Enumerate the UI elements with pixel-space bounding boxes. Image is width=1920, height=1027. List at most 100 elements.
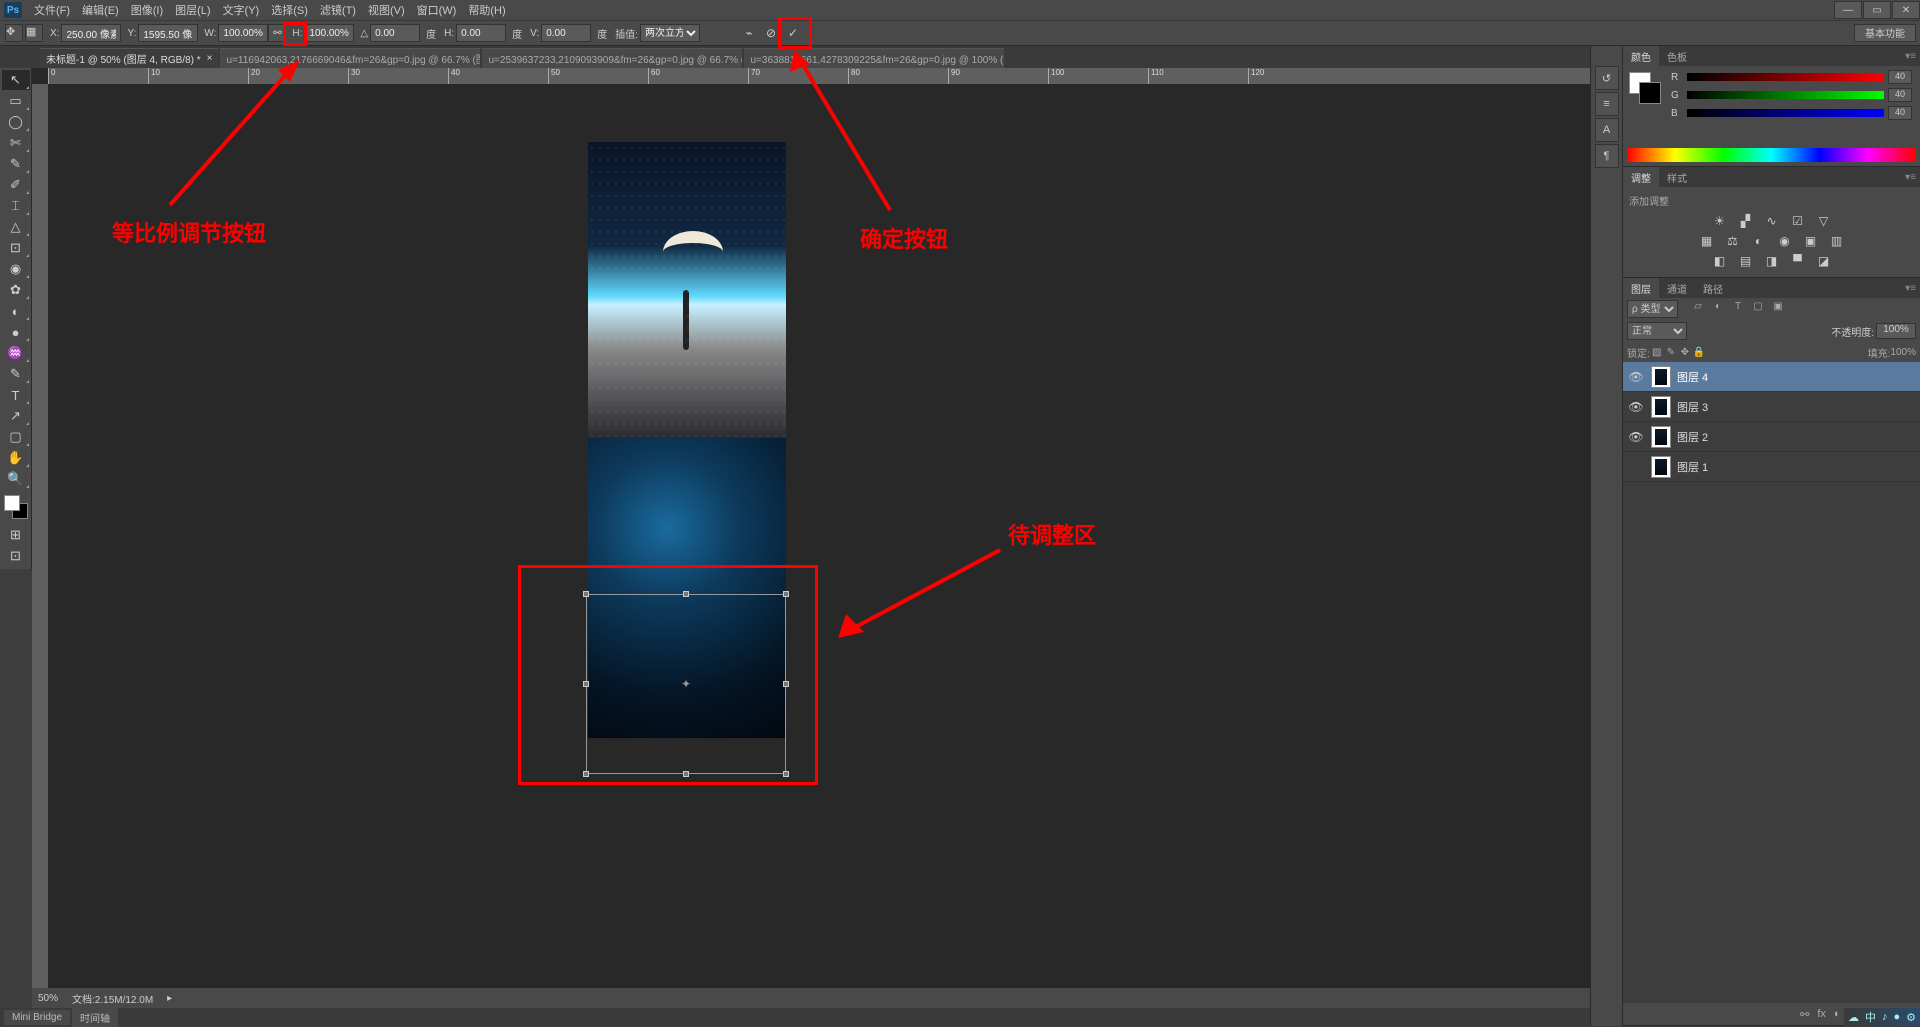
- tool-button[interactable]: ●: [2, 322, 30, 342]
- tool-button[interactable]: ◐: [2, 301, 30, 321]
- menu-item[interactable]: 视图(V): [362, 3, 411, 19]
- tool-button[interactable]: ✎: [2, 364, 30, 384]
- lock-position-icon[interactable]: ✥: [1678, 347, 1692, 358]
- panel-menu-icon[interactable]: ▾≡: [1905, 172, 1916, 183]
- color-swatch[interactable]: [4, 495, 28, 519]
- gradient-map-icon[interactable]: ▀: [1788, 254, 1808, 270]
- layer-thumbnail[interactable]: [1651, 396, 1671, 418]
- brightness-icon[interactable]: ☀: [1710, 214, 1730, 230]
- background-color[interactable]: [1639, 82, 1661, 104]
- menu-item[interactable]: 帮助(H): [462, 3, 511, 19]
- close-tab-icon[interactable]: ×: [207, 53, 213, 64]
- zoom-level[interactable]: 50%: [38, 993, 58, 1004]
- tool-button[interactable]: ✿: [2, 280, 30, 300]
- photo-filter-icon[interactable]: ◉: [1775, 234, 1795, 250]
- tray-icon[interactable]: ☁: [1848, 1011, 1859, 1024]
- transform-handle[interactable]: [783, 771, 789, 777]
- layer-row[interactable]: 👁图层 2: [1623, 422, 1920, 452]
- tool-button[interactable]: ✎: [2, 154, 30, 174]
- layer-filter-select[interactable]: ρ 类型: [1627, 300, 1678, 318]
- spectrum-bar[interactable]: [1627, 148, 1916, 162]
- document-tab[interactable]: u=2539637233,2109093909&fm=26&gp=0.jpg @…: [482, 48, 742, 68]
- link-layers-icon[interactable]: ⚯: [1800, 1008, 1809, 1021]
- filter-type-icon[interactable]: T: [1730, 301, 1746, 317]
- menu-item[interactable]: 图像(I): [125, 3, 169, 19]
- filter-pixel-icon[interactable]: ▱: [1690, 301, 1706, 317]
- vibrance-icon[interactable]: ▽: [1814, 214, 1834, 230]
- panel-menu-icon[interactable]: ▾≡: [1905, 51, 1916, 62]
- lock-pixels-icon[interactable]: ✎: [1664, 347, 1678, 358]
- tab-paths[interactable]: 路径: [1695, 278, 1731, 299]
- lock-all-icon[interactable]: 🔒: [1692, 347, 1706, 358]
- tab-layers[interactable]: 图层: [1623, 278, 1659, 299]
- tool-button[interactable]: ↖: [2, 70, 30, 90]
- transform-handle[interactable]: [683, 591, 689, 597]
- menu-item[interactable]: 文件(F): [28, 3, 76, 19]
- tool-button[interactable]: 🔍: [2, 469, 30, 489]
- filter-shape-icon[interactable]: ▢: [1750, 301, 1766, 317]
- aspect-link-button[interactable]: ⚯: [268, 24, 286, 42]
- tool-button[interactable]: ▢: [2, 427, 30, 447]
- blend-mode-select[interactable]: 正常: [1627, 322, 1687, 340]
- opacity-input[interactable]: 100%: [1876, 323, 1916, 339]
- transform-handle[interactable]: [783, 591, 789, 597]
- tray-icon[interactable]: ●: [1893, 1011, 1900, 1023]
- tool-button[interactable]: ◯: [2, 112, 30, 132]
- tab-channels[interactable]: 通道: [1659, 278, 1695, 299]
- character-icon[interactable]: A: [1595, 118, 1619, 142]
- filter-smart-icon[interactable]: ▣: [1770, 301, 1786, 317]
- tray-ime-icon[interactable]: 中: [1865, 1009, 1876, 1025]
- layer-thumbnail[interactable]: [1651, 456, 1671, 478]
- tab-swatches[interactable]: 色板: [1659, 46, 1695, 67]
- transform-handle[interactable]: [783, 681, 789, 687]
- curves-icon[interactable]: ∿: [1762, 214, 1782, 230]
- close-button[interactable]: ✕: [1892, 1, 1920, 19]
- transform-bounding-box[interactable]: ✦: [586, 594, 786, 774]
- lock-transparent-icon[interactable]: ▨: [1650, 347, 1664, 358]
- transform-handle[interactable]: [683, 771, 689, 777]
- tool-button[interactable]: ↗: [2, 406, 30, 426]
- transform-handle[interactable]: [583, 681, 589, 687]
- tool-button[interactable]: ◉: [2, 259, 30, 279]
- mixer-icon[interactable]: ▣: [1801, 234, 1821, 250]
- tool-button[interactable]: T: [2, 385, 30, 405]
- menu-item[interactable]: 编辑(E): [76, 3, 125, 19]
- transform-handle[interactable]: [583, 591, 589, 597]
- levels-icon[interactable]: ▞: [1736, 214, 1756, 230]
- tool-button[interactable]: ▭: [2, 91, 30, 111]
- document-tab[interactable]: u=3638812661,4278309225&fm=26&gp=0.jpg @…: [744, 48, 1004, 68]
- menu-item[interactable]: 选择(S): [265, 3, 314, 19]
- cancel-transform-button[interactable]: ⊘: [760, 23, 782, 43]
- history-icon[interactable]: ↺: [1595, 66, 1619, 90]
- posterize-icon[interactable]: ▤: [1736, 254, 1756, 270]
- vskew-input[interactable]: [541, 24, 591, 42]
- bottom-tab[interactable]: 时间轴: [72, 1008, 118, 1027]
- screen-mode-icon[interactable]: ⊡: [2, 546, 30, 566]
- h-input[interactable]: [304, 24, 354, 42]
- tray-settings-icon[interactable]: ⚙: [1906, 1011, 1916, 1024]
- angle-input[interactable]: [370, 24, 420, 42]
- bottom-tab[interactable]: Mini Bridge: [4, 1010, 70, 1025]
- transform-ref-icon[interactable]: ✥: [5, 24, 23, 42]
- tab-adjustments[interactable]: 调整: [1623, 167, 1659, 188]
- selective-icon[interactable]: ◪: [1814, 254, 1834, 270]
- panel-menu-icon[interactable]: ▾≡: [1905, 283, 1916, 294]
- tray-icon[interactable]: ♪: [1882, 1011, 1888, 1023]
- threshold-icon[interactable]: ◨: [1762, 254, 1782, 270]
- layer-thumbnail[interactable]: [1651, 426, 1671, 448]
- invert-icon[interactable]: ◧: [1710, 254, 1730, 270]
- filter-adjust-icon[interactable]: ◐: [1710, 301, 1726, 317]
- workspace-button[interactable]: 基本功能: [1854, 24, 1916, 42]
- balance-icon[interactable]: ⚖: [1723, 234, 1743, 250]
- y-input[interactable]: [138, 24, 198, 42]
- maximize-button[interactable]: ▭: [1863, 1, 1891, 19]
- menu-item[interactable]: 图层(L): [169, 3, 216, 19]
- layer-row[interactable]: 👁图层 3: [1623, 392, 1920, 422]
- lookup-icon[interactable]: ▥: [1827, 234, 1847, 250]
- tool-button[interactable]: ⊡: [2, 238, 30, 258]
- tab-styles[interactable]: 样式: [1659, 167, 1695, 188]
- fx-icon[interactable]: fx: [1817, 1008, 1826, 1020]
- minimize-button[interactable]: —: [1834, 1, 1862, 19]
- layer-row[interactable]: 👁图层 4: [1623, 362, 1920, 392]
- layer-thumbnail[interactable]: [1651, 366, 1671, 388]
